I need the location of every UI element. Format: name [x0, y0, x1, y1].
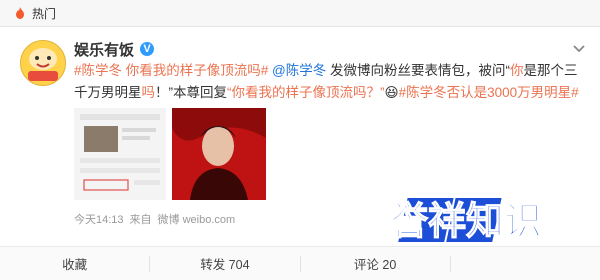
mention-link[interactable]: @陈学冬 [272, 63, 326, 78]
quoted-reply-text: “你看我的样子像顶流吗？” [227, 85, 385, 100]
post-source[interactable]: 微博 weibo.com [158, 211, 236, 227]
fire-icon [16, 7, 24, 19]
favorite-button[interactable]: 收藏 [0, 254, 149, 273]
author-line: 娱乐有饭 V [74, 39, 155, 60]
section-header: 热门 [0, 0, 600, 27]
highlight-text: 吗 [141, 85, 156, 100]
divider [449, 255, 451, 272]
comment-button[interactable]: 评论 20 [301, 254, 450, 273]
watermark-logo: 誉祥知识 [389, 198, 543, 244]
avatar-illustration [21, 41, 65, 85]
post-image-portrait[interactable] [172, 108, 266, 200]
laughing-emoji-icon: 😆 [384, 85, 399, 100]
screenshot-thumbnail [74, 108, 166, 200]
verified-badge-icon: V [140, 42, 155, 56]
author-name[interactable]: 娱乐有饭 [74, 39, 134, 60]
watermark-text: 誉祥知识 [390, 199, 542, 243]
highlight-text: 你 [510, 63, 524, 78]
post-meta: 今天14:13 来自 微博 weibo.com [74, 212, 235, 226]
portrait-photo [172, 108, 266, 200]
repost-button[interactable]: 转发 704 [150, 254, 299, 273]
hashtag-link[interactable]: #陈学冬 你看我的样子像顶流吗# [74, 63, 268, 78]
action-bar: 收藏 转发 704 评论 20 [0, 246, 600, 280]
post-text: #陈学冬 你看我的样子像顶流吗# @陈学冬 发微博向粉丝要表情包，被问“你是那个… [74, 60, 584, 104]
chevron-down-icon[interactable] [572, 44, 586, 54]
section-label: 热门 [32, 6, 57, 21]
post-text-part: 发微博向粉丝要表情包，被问“ [326, 63, 511, 78]
hashtag-link[interactable]: #陈学冬否认是3000万男明星# [399, 85, 579, 100]
post-image-screenshot[interactable] [74, 108, 166, 200]
post-time[interactable]: 今天14:13 [74, 211, 124, 227]
post-text-part: ！”本尊回复 [155, 85, 227, 100]
source-prefix: 来自 [129, 214, 152, 226]
author-avatar[interactable] [20, 40, 66, 86]
